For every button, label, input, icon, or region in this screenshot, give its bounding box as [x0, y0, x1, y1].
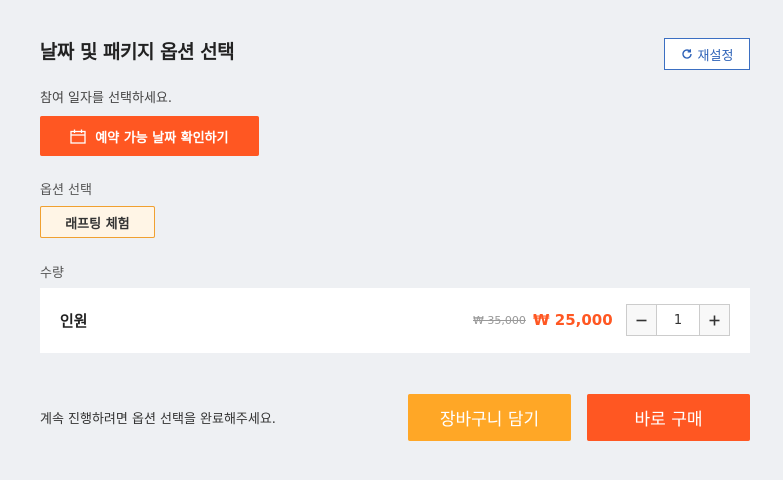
date-button-label: 예약 가능 날짜 확인하기	[95, 130, 229, 146]
reset-label: 재설정	[697, 48, 734, 64]
reset-button[interactable]: 재설정	[664, 38, 750, 70]
sale-price: ₩ 25,000	[533, 311, 613, 329]
increase-button[interactable]	[699, 305, 729, 335]
refresh-icon	[681, 48, 693, 60]
date-instruction: 참여 일자를 선택하세요.	[40, 91, 172, 106]
quantity-stepper	[626, 304, 730, 336]
quantity-item-name: 인원	[60, 312, 88, 330]
buy-now-button[interactable]: 바로 구매	[587, 394, 750, 441]
quantity-panel: 인원 ₩ 35,000 ₩ 25,000	[40, 288, 750, 353]
original-price: ₩ 35,000	[473, 314, 526, 327]
quantity-section-label: 수량	[40, 266, 64, 281]
completion-notice: 계속 진행하려면 옵션 선택을 완료해주세요.	[40, 412, 276, 427]
quantity-input[interactable]	[657, 305, 699, 335]
plus-icon	[709, 315, 720, 326]
option-section-label: 옵션 선택	[40, 183, 92, 198]
add-to-cart-button[interactable]: 장바구니 담기	[408, 394, 571, 441]
check-available-dates-button[interactable]: 예약 가능 날짜 확인하기	[40, 116, 259, 156]
page-title: 날짜 및 패키지 옵션 선택	[40, 41, 235, 63]
minus-icon	[636, 315, 647, 326]
decrease-button[interactable]	[627, 305, 657, 335]
calendar-icon	[70, 129, 87, 144]
option-rafting-chip[interactable]: 래프팅 체험	[40, 206, 155, 238]
